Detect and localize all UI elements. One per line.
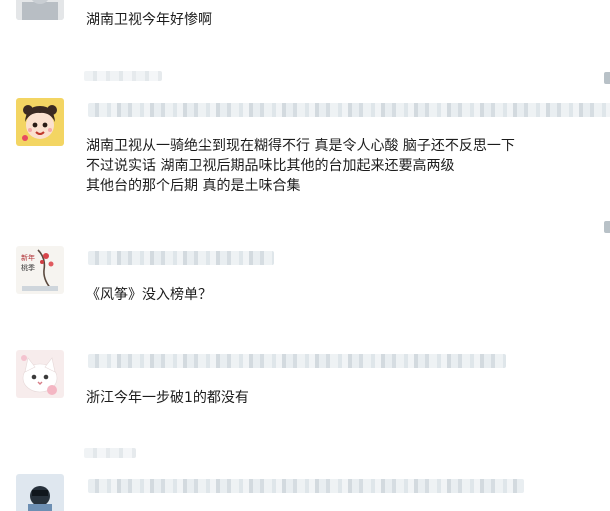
avatar[interactable] xyxy=(16,0,64,20)
blurred-username xyxy=(88,251,274,265)
avatar[interactable] xyxy=(16,350,64,398)
comment-text-line: 其他台的那个后期 真的是土味合集 xyxy=(86,178,301,194)
white-cat-avatar-icon xyxy=(16,350,64,398)
reply-marker[interactable] xyxy=(604,72,610,84)
avatar[interactable] xyxy=(16,98,64,146)
comment-text: 湖南卫视今年好惨啊 xyxy=(86,10,212,30)
comment-text: 湖南卫视从一骑绝尘到现在糊得不行 真是令人心酸 脑子还不反思一下 不过说实话 湖… xyxy=(86,136,515,196)
avatar-caption: 桃季 xyxy=(21,263,35,272)
comment-text-line: 《风筝》没入榜单？ xyxy=(86,287,212,303)
avatar[interactable] xyxy=(16,474,64,511)
partial-avatar-icon xyxy=(16,0,64,20)
blurred-username xyxy=(88,479,524,493)
blurred-meta xyxy=(84,71,162,81)
comment-text-line: 浙江今年一步破1的都没有 xyxy=(86,390,249,406)
comment-text-line: 湖南卫视今年好惨啊 xyxy=(86,12,212,28)
blurred-meta xyxy=(84,448,136,458)
avatar-caption: 新年 xyxy=(21,253,35,262)
comment-text: 《风筝》没入榜单？ xyxy=(86,285,212,305)
blurred-username xyxy=(88,103,610,117)
new-year-ink-painting-avatar-icon: 新年 桃季 xyxy=(16,246,64,294)
cartoon-girl-avatar-icon xyxy=(16,98,64,146)
comment-text: 浙江今年一步破1的都没有 xyxy=(86,388,249,408)
reply-marker[interactable] xyxy=(604,221,610,233)
blurred-username xyxy=(88,354,506,368)
avatar[interactable]: 新年 桃季 xyxy=(16,246,64,294)
comment-text-line: 湖南卫视从一骑绝尘到现在糊得不行 真是令人心酸 脑子还不反思一下 xyxy=(86,138,515,154)
comment-text-line: 不过说实话 湖南卫视后期品味比其他的台加起来还要高两级 xyxy=(86,158,455,174)
person-avatar-icon xyxy=(16,474,64,511)
